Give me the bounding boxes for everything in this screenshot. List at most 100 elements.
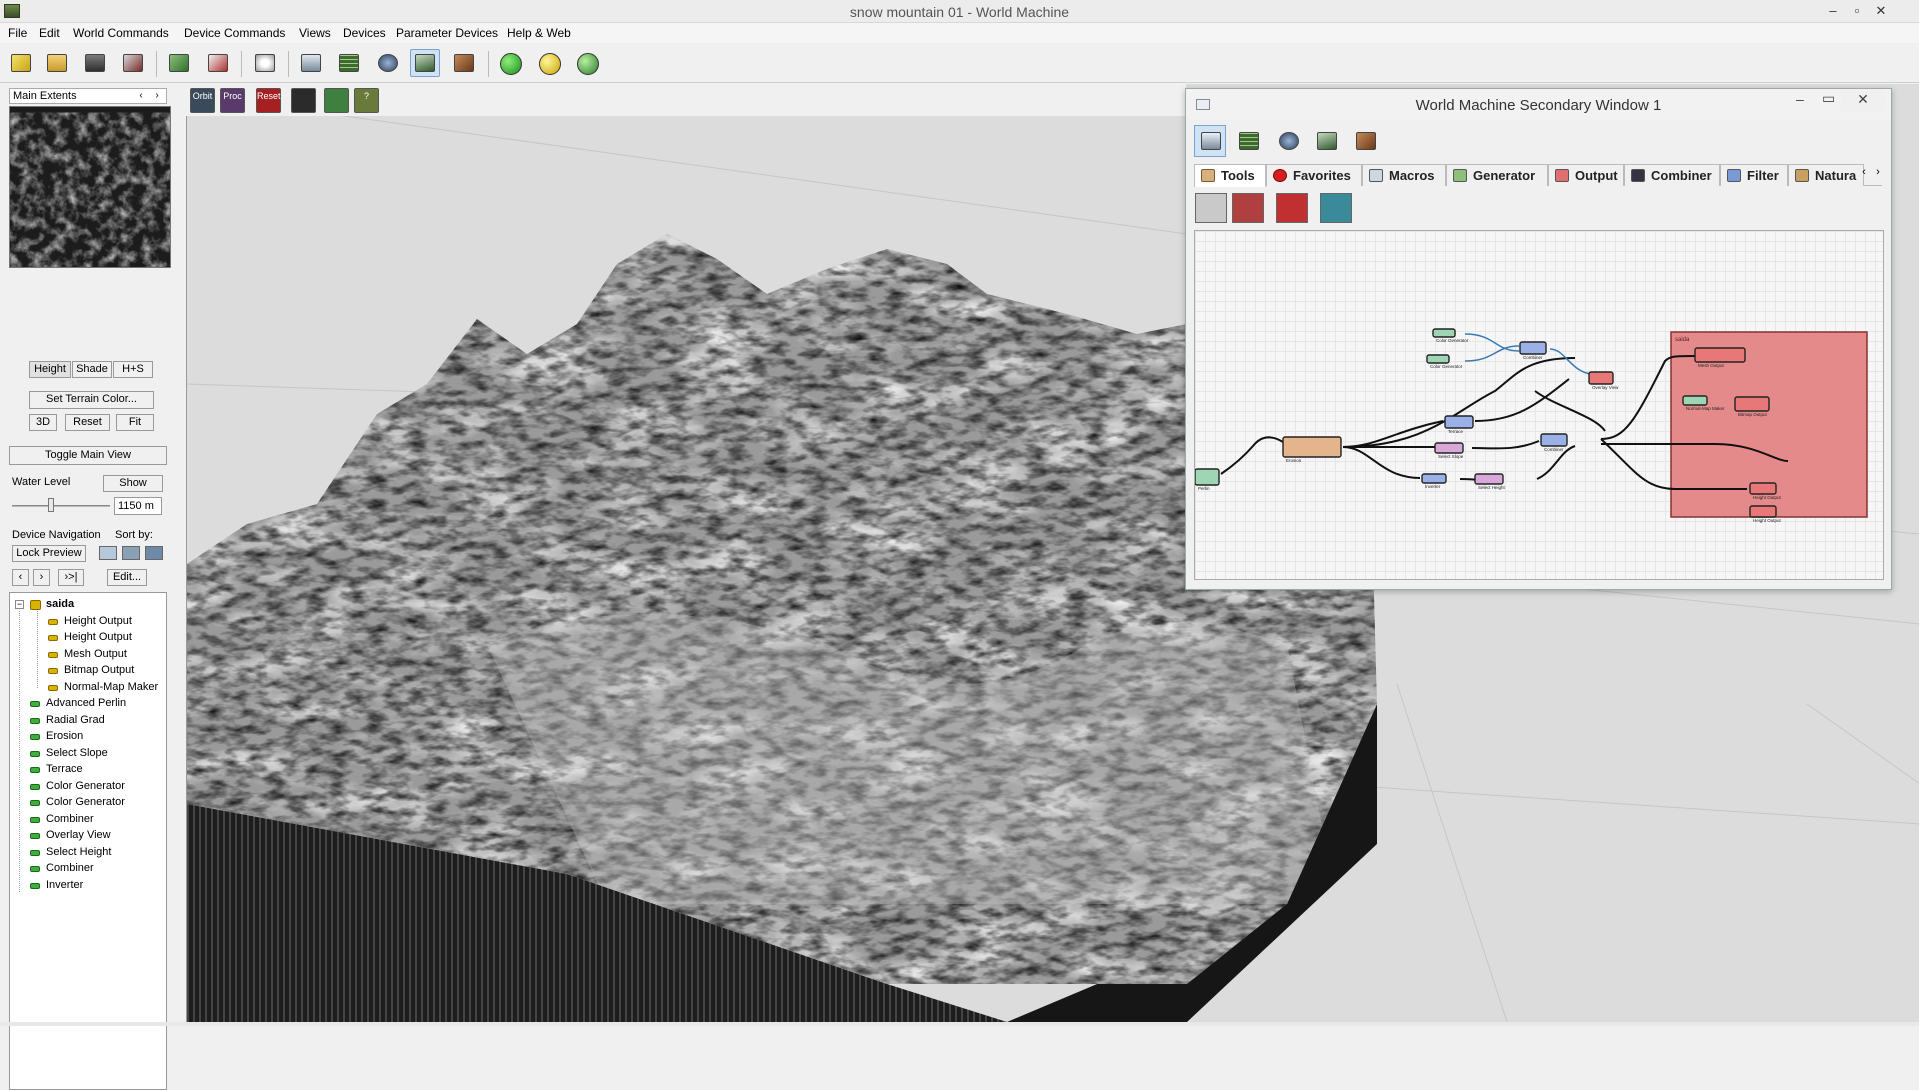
render-icon[interactable] — [324, 88, 349, 113]
graph-node-body[interactable] — [1421, 473, 1447, 484]
secondary-minimize-button[interactable]: – — [1796, 91, 1804, 107]
menu-views[interactable]: Views — [299, 26, 331, 40]
graph-node-body[interactable] — [1734, 396, 1770, 412]
menu-help-web[interactable]: Help & Web — [507, 26, 571, 40]
tabs-scroll-left[interactable]: ‹ — [1858, 166, 1870, 182]
graph-node-body[interactable] — [1195, 468, 1220, 486]
export-icon[interactable] — [203, 49, 233, 77]
tree-root-saida[interactable]: saida — [10, 597, 166, 613]
tree-item-device[interactable]: Overlay View — [10, 828, 166, 844]
tree-item-output[interactable]: Height Output — [10, 614, 166, 630]
graph-node[interactable]: Bitmap Output — [1734, 396, 1770, 417]
terrain-preview[interactable] — [9, 106, 171, 268]
graph-node-body[interactable] — [1519, 341, 1547, 355]
tab-tools[interactable]: Tools — [1194, 164, 1266, 187]
multi-ball-icon[interactable] — [573, 49, 603, 77]
graph-node-body[interactable] — [1432, 328, 1456, 338]
graph-node-body[interactable] — [1434, 442, 1464, 454]
green-ball-icon[interactable] — [496, 49, 526, 77]
fit-button[interactable]: Fit — [116, 414, 154, 431]
water-level-field[interactable]: 1150 m — [114, 497, 162, 515]
tab-natural[interactable]: Natura — [1788, 164, 1864, 186]
graph-node[interactable]: Perlin — [1195, 468, 1220, 491]
tool-output-icon[interactable] — [1276, 193, 1308, 223]
minimize-button[interactable]: – — [1822, 2, 1844, 20]
graph-node-body[interactable] — [1749, 482, 1777, 495]
tab-macros[interactable]: Macros — [1362, 164, 1446, 186]
tree-item-device[interactable]: Combiner — [10, 812, 166, 828]
graph-node-body[interactable] — [1749, 505, 1777, 518]
tree-item-device[interactable]: Select Slope — [10, 746, 166, 762]
graph-node[interactable]: Combiner — [1540, 433, 1568, 452]
help-icon[interactable]: ? — [354, 88, 379, 113]
sec-terrain-3d-icon[interactable] — [1310, 125, 1342, 157]
graph-node[interactable]: Erosion — [1282, 436, 1342, 463]
sec-globe-icon[interactable] — [1272, 125, 1304, 157]
menu-edit[interactable]: Edit — [39, 26, 60, 40]
menu-device-commands[interactable]: Device Commands — [184, 26, 285, 40]
water-level-slider-thumb[interactable] — [48, 498, 55, 512]
view-layout-icon[interactable] — [296, 49, 326, 77]
tool-remove-icon[interactable] — [1232, 193, 1264, 223]
edit-button[interactable]: Edit... — [107, 569, 147, 586]
tree-item-device[interactable]: Color Generator — [10, 779, 166, 795]
graph-node-body[interactable] — [1694, 347, 1746, 363]
camera-icon[interactable] — [291, 88, 316, 113]
close-button[interactable]: ✕ — [1870, 2, 1892, 20]
save-icon[interactable] — [80, 49, 110, 77]
graph-node[interactable]: Color Generator — [1432, 328, 1469, 343]
new-world-icon[interactable] — [6, 49, 36, 77]
3d-button[interactable]: 3D — [29, 414, 57, 431]
toggle-main-view-button[interactable]: Toggle Main View — [9, 446, 167, 465]
tree-item-device[interactable]: Radial Grad — [10, 713, 166, 729]
tree-item-output[interactable]: Height Output — [10, 630, 166, 646]
menu-devices[interactable]: Devices — [343, 26, 386, 40]
tree-item-output[interactable]: Bitmap Output — [10, 663, 166, 679]
wizard-icon[interactable] — [118, 49, 148, 77]
open-icon[interactable] — [42, 49, 72, 77]
graph-node[interactable]: Select Slope — [1434, 442, 1464, 459]
secondary-close-button[interactable]: ✕ — [1841, 91, 1885, 111]
random-seed-icon[interactable] — [250, 49, 280, 77]
lock-preview-button[interactable]: Lock Preview — [12, 545, 86, 562]
set-terrain-color-button[interactable]: Set Terrain Color... — [29, 391, 154, 409]
tree-item-device[interactable]: Color Generator — [10, 795, 166, 811]
tab-favorites[interactable]: Favorites — [1266, 164, 1362, 186]
height-mode-button[interactable]: Height — [29, 361, 71, 378]
tool-layout-icon[interactable] — [1195, 193, 1227, 223]
sort-type-icon[interactable] — [145, 546, 163, 560]
yellow-ball-icon[interactable] — [535, 49, 565, 77]
nav-last-button[interactable]: ›>| — [58, 569, 84, 586]
reset-view-button[interactable]: Reset — [256, 88, 281, 113]
sort-graph-icon[interactable] — [122, 546, 140, 560]
graph-node-body[interactable] — [1682, 395, 1708, 406]
orbit-button[interactable]: Orbit — [190, 88, 215, 113]
terrain-3d-icon[interactable] — [410, 49, 440, 77]
extents-next-button[interactable]: › — [150, 90, 164, 101]
procedural-button[interactable]: Proc — [220, 88, 245, 113]
sort-list-icon[interactable] — [99, 546, 117, 560]
sec-world-grid-icon[interactable] — [1232, 125, 1264, 157]
tab-filter[interactable]: Filter — [1720, 164, 1788, 186]
graph-node[interactable]: Inverter — [1421, 473, 1447, 489]
tab-generator[interactable]: Generator — [1446, 164, 1548, 186]
tree-item-output[interactable]: Normal-Map Maker — [10, 680, 166, 696]
tree-item-device[interactable]: Erosion — [10, 729, 166, 745]
tool-group-icon[interactable] — [1320, 193, 1352, 223]
graph-node-body[interactable] — [1540, 433, 1568, 447]
tree-item-output[interactable]: Mesh Output — [10, 647, 166, 663]
graph-node-body[interactable] — [1588, 371, 1614, 385]
tree-item-device[interactable]: Select Height — [10, 845, 166, 861]
tree-item-device[interactable]: Advanced Perlin — [10, 696, 166, 712]
graph-node[interactable]: Color Generator — [1426, 354, 1463, 369]
restore-button[interactable]: ▫ — [1846, 2, 1868, 20]
graph-node-body[interactable] — [1444, 415, 1474, 429]
build-icon[interactable] — [164, 49, 194, 77]
water-show-button[interactable]: Show — [103, 475, 163, 492]
tree-item-device[interactable]: Combiner — [10, 861, 166, 877]
hs-mode-button[interactable]: H+S — [113, 361, 153, 378]
secondary-maximize-button[interactable]: ▭ — [1822, 90, 1835, 107]
tree-item-device[interactable]: Inverter — [10, 878, 166, 894]
graph-node-body[interactable] — [1426, 354, 1450, 364]
sec-view-layout-icon[interactable] — [1194, 125, 1226, 157]
